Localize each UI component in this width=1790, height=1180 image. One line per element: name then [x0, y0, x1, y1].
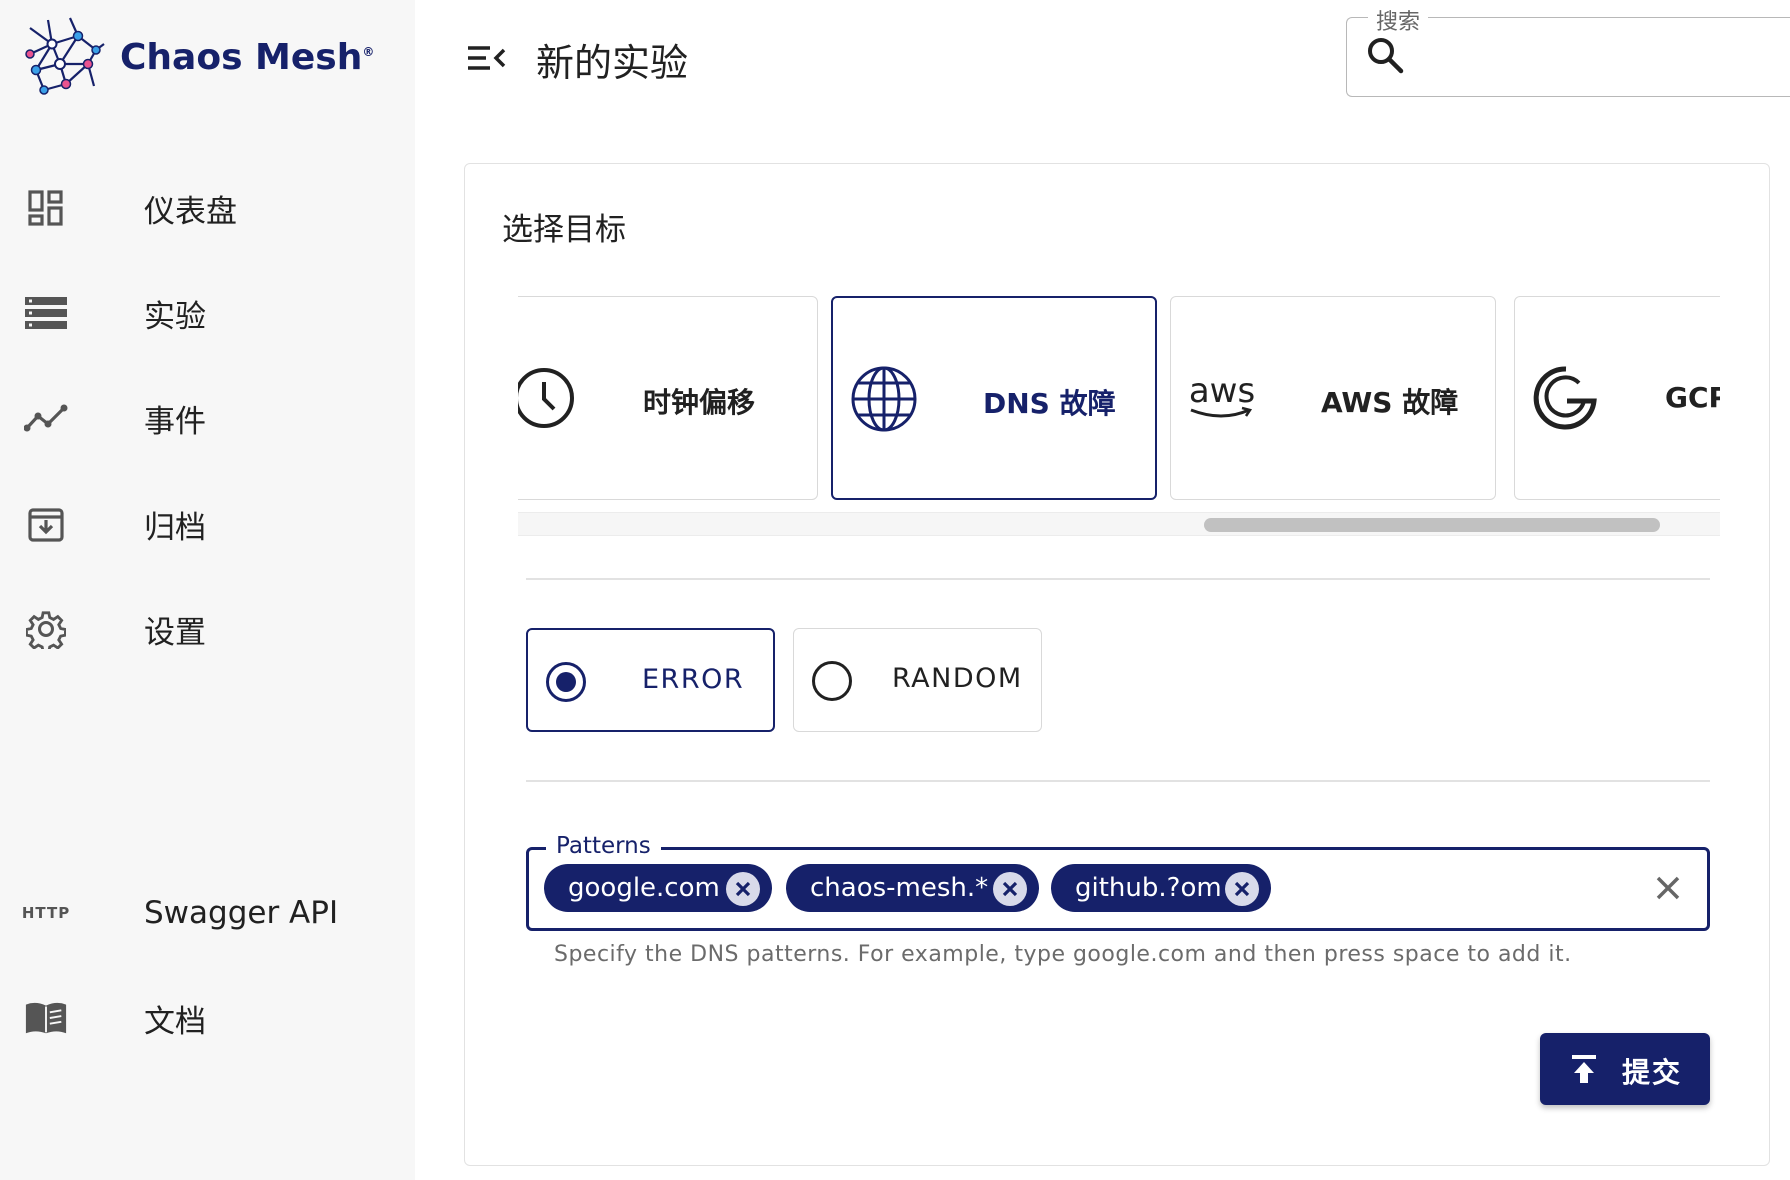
sidebar-item-swagger-api[interactable]: HTTP Swagger API	[0, 873, 415, 953]
target-label: DNS 故障	[983, 387, 1116, 420]
submit-button[interactable]: 提交	[1540, 1033, 1710, 1105]
target-label: 时钟偏移	[643, 386, 756, 419]
pattern-chip: google.com	[544, 864, 772, 912]
list-icon	[24, 291, 68, 335]
divider	[526, 578, 1710, 580]
brand-logo[interactable]: Chaos Mesh®	[22, 14, 374, 100]
chip-delete-icon[interactable]	[993, 872, 1027, 906]
clock-icon	[518, 361, 581, 435]
sidebar-item-label: 事件	[144, 403, 206, 440]
search-icon	[1366, 36, 1406, 76]
chip-label: google.com	[568, 873, 720, 903]
search-input[interactable]	[1420, 30, 1780, 86]
chip-delete-icon[interactable]	[726, 872, 760, 906]
chip-label: github.?om	[1075, 873, 1222, 903]
radio-unchecked-icon	[812, 661, 852, 701]
target-card-aws-fault[interactable]: aws AWS 故障	[1170, 296, 1496, 500]
sidebar-item-archive[interactable]: 归档	[0, 484, 415, 564]
action-option-error[interactable]: ERROR	[526, 628, 775, 732]
sidebar-item-settings[interactable]: 设置	[0, 589, 415, 669]
action-option-random[interactable]: RANDOM	[793, 628, 1042, 732]
chip-delete-icon[interactable]	[1225, 872, 1259, 906]
sidebar-item-label: 实验	[144, 298, 206, 335]
sidebar-item-events[interactable]: 事件	[0, 378, 415, 458]
page-title: 新的实验	[536, 41, 689, 85]
sidebar-item-dashboard[interactable]: 仪表盘	[0, 168, 415, 248]
gear-icon	[24, 607, 68, 651]
submit-label: 提交	[1622, 1056, 1683, 1089]
aws-logo-icon: aws	[1185, 361, 1259, 435]
target-label: AWS 故障	[1321, 386, 1459, 419]
sidebar-item-label: Swagger API	[144, 895, 339, 931]
book-icon	[24, 996, 68, 1040]
patterns-helper-text: Specify the DNS patterns. For example, t…	[554, 942, 1572, 967]
horizontal-scrollbar[interactable]	[518, 512, 1720, 536]
aws-logo-text: aws	[1188, 371, 1256, 411]
http-icon: HTTP	[21, 904, 71, 922]
clear-patterns-icon[interactable]	[1650, 870, 1686, 906]
globe-icon	[847, 362, 921, 436]
sidebar-item-label: 文档	[144, 1003, 206, 1040]
divider	[526, 780, 1710, 782]
target-card-clock-skew[interactable]: 时钟偏移	[518, 296, 818, 500]
pattern-chip: chaos-mesh.*	[786, 864, 1039, 912]
target-card-dns-fault[interactable]: DNS 故障	[831, 296, 1157, 500]
menu-open-icon[interactable]	[464, 40, 508, 76]
publish-icon	[1568, 1053, 1600, 1085]
dashboard-icon	[24, 186, 68, 230]
timeline-icon	[24, 396, 68, 440]
scrollbar-thumb[interactable]	[1204, 518, 1660, 532]
chip-label: chaos-mesh.*	[810, 873, 989, 903]
action-label: RANDOM	[892, 663, 1023, 694]
sidebar-item-label: 归档	[144, 509, 206, 546]
chaos-mesh-logo-icon	[25, 17, 105, 95]
google-logo-icon	[1529, 361, 1603, 435]
patterns-label: Patterns	[546, 833, 661, 859]
sidebar: Chaos Mesh® 仪表盘 实验 事件 归档 设置 HTTP Swagger…	[0, 0, 415, 1180]
brand-name: Chaos Mesh®	[120, 36, 375, 78]
section-title: 选择目标	[502, 212, 626, 248]
search-label: 搜索	[1368, 4, 1429, 36]
sidebar-item-label: 设置	[144, 614, 206, 651]
action-label: ERROR	[642, 664, 745, 695]
target-card-gcp-fault[interactable]: GCP	[1514, 296, 1720, 500]
target-label: GCP	[1665, 381, 1720, 414]
sidebar-item-experiments[interactable]: 实验	[0, 273, 415, 353]
pattern-chip: github.?om	[1051, 864, 1271, 912]
target-selector: 时钟偏移 DNS 故障 aws AWS 故障 GCP	[518, 296, 1720, 540]
radio-checked-icon	[546, 662, 586, 702]
sidebar-item-label: 仪表盘	[144, 193, 237, 230]
sidebar-item-docs[interactable]: 文档	[0, 978, 415, 1058]
archive-icon	[24, 502, 68, 546]
